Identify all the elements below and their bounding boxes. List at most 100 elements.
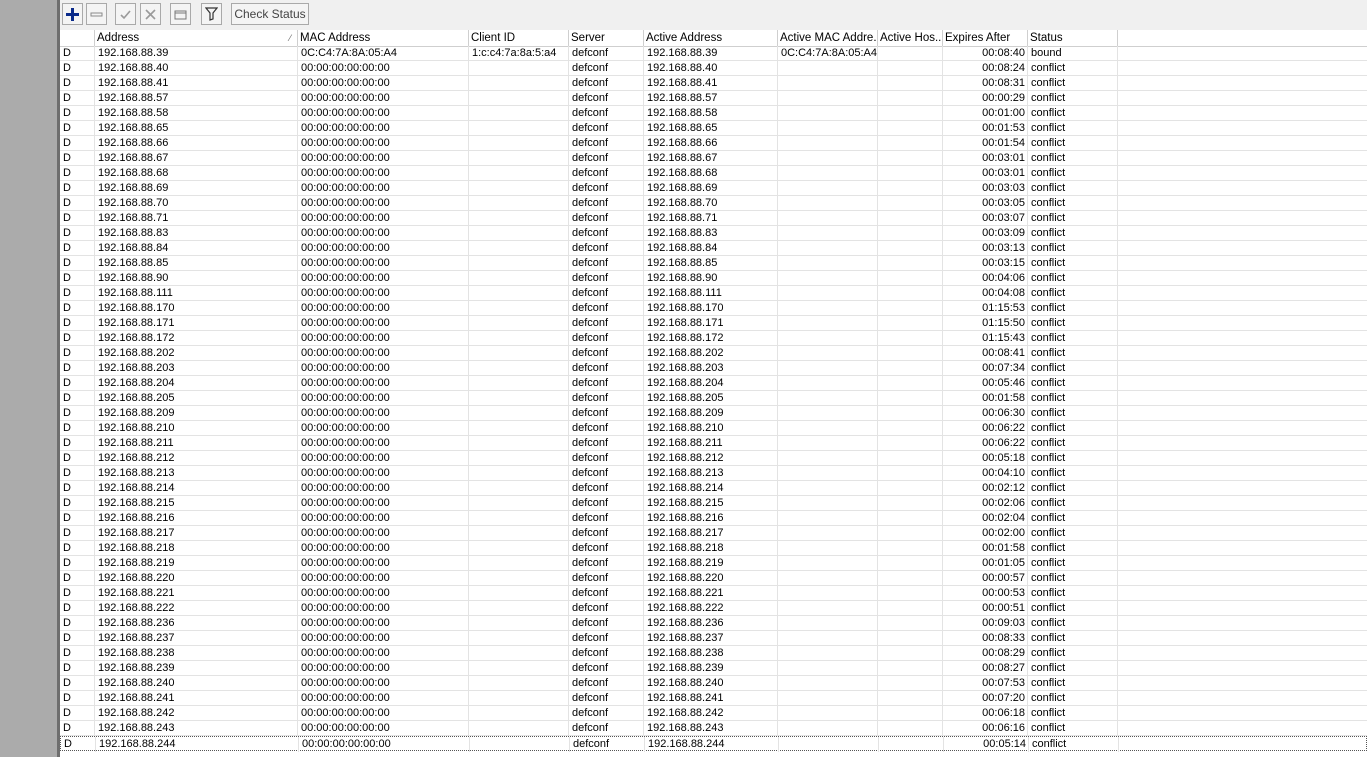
cell-status: conflict xyxy=(1028,706,1118,721)
cell-address: 192.168.88.172 xyxy=(95,331,298,346)
table-row[interactable]: D 192.168.88.204 00:00:00:00:00:00 defconf 1… xyxy=(60,376,1367,391)
cell-active-address: 192.168.88.222 xyxy=(644,601,778,616)
filter-button[interactable] xyxy=(201,3,222,25)
table-row[interactable]: D 192.168.88.219 00:00:00:00:00:00 defconf 1… xyxy=(60,556,1367,571)
table-row[interactable]: D 192.168.88.240 00:00:00:00:00:00 defconf 1… xyxy=(60,676,1367,691)
cell-address: 192.168.88.83 xyxy=(95,226,298,241)
table-row[interactable]: D 192.168.88.215 00:00:00:00:00:00 defconf 1… xyxy=(60,496,1367,511)
table-row[interactable]: D 192.168.88.67 00:00:00:00:00:00 defconf 19… xyxy=(60,151,1367,166)
table-row[interactable]: D 192.168.88.221 00:00:00:00:00:00 defconf 1… xyxy=(60,586,1367,601)
cell-active-address: 192.168.88.111 xyxy=(644,286,778,301)
col-client-id[interactable]: Client ID xyxy=(469,30,569,46)
table-row[interactable]: D 192.168.88.71 00:00:00:00:00:00 defconf 19… xyxy=(60,211,1367,226)
table-row[interactable]: D 192.168.88.243 00:00:00:00:00:00 defconf 1… xyxy=(60,721,1367,736)
table-row[interactable]: D 192.168.88.90 00:00:00:00:00:00 defconf 19… xyxy=(60,271,1367,286)
table-row[interactable]: D 192.168.88.85 00:00:00:00:00:00 defconf 19… xyxy=(60,256,1367,271)
table-row[interactable]: D 192.168.88.244 00:00:00:00:00:00 defconf 1… xyxy=(60,736,1367,752)
col-expires-after[interactable]: Expires After xyxy=(943,30,1028,46)
cell-address: 192.168.88.204 xyxy=(95,376,298,391)
col-active-host[interactable]: Active Hos... xyxy=(878,30,943,46)
table-row[interactable]: D 192.168.88.58 00:00:00:00:00:00 defconf 19… xyxy=(60,106,1367,121)
cell-server: defconf xyxy=(569,211,644,226)
table-row[interactable]: D 192.168.88.205 00:00:00:00:00:00 defconf 1… xyxy=(60,391,1367,406)
cell-status: conflict xyxy=(1028,646,1118,661)
table-row[interactable]: D 192.168.88.172 00:00:00:00:00:00 defconf 1… xyxy=(60,331,1367,346)
table-row[interactable]: D 192.168.88.238 00:00:00:00:00:00 defconf 1… xyxy=(60,646,1367,661)
table-row[interactable]: D 192.168.88.239 00:00:00:00:00:00 defconf 1… xyxy=(60,661,1367,676)
cell-status: conflict xyxy=(1028,121,1118,136)
table-row[interactable]: D 192.168.88.111 00:00:00:00:00:00 defconf 1… xyxy=(60,286,1367,301)
cell-server: defconf xyxy=(569,391,644,406)
cell-active-address: 192.168.88.216 xyxy=(644,511,778,526)
table-row[interactable]: D 192.168.88.84 00:00:00:00:00:00 defconf 19… xyxy=(60,241,1367,256)
table-row[interactable]: D 192.168.88.216 00:00:00:00:00:00 defconf 1… xyxy=(60,511,1367,526)
table-row[interactable]: D 192.168.88.171 00:00:00:00:00:00 defconf 1… xyxy=(60,316,1367,331)
cell-active-mac xyxy=(778,226,878,241)
add-button[interactable] xyxy=(62,3,83,25)
col-address[interactable]: Address ⁄ xyxy=(95,30,298,46)
table-row[interactable]: D 192.168.88.241 00:00:00:00:00:00 defconf 1… xyxy=(60,691,1367,706)
cell-client-id xyxy=(469,241,569,256)
cell-active-mac xyxy=(778,286,878,301)
table-row[interactable]: D 192.168.88.218 00:00:00:00:00:00 defconf 1… xyxy=(60,541,1367,556)
col-flag[interactable] xyxy=(60,30,95,46)
table-row[interactable]: D 192.168.88.214 00:00:00:00:00:00 defconf 1… xyxy=(60,481,1367,496)
table-row[interactable]: D 192.168.88.220 00:00:00:00:00:00 defconf 1… xyxy=(60,571,1367,586)
table-row[interactable]: D 192.168.88.222 00:00:00:00:00:00 defconf 1… xyxy=(60,601,1367,616)
table-row[interactable]: D 192.168.88.66 00:00:00:00:00:00 defconf 19… xyxy=(60,136,1367,151)
table-row[interactable]: D 192.168.88.170 00:00:00:00:00:00 defconf 1… xyxy=(60,301,1367,316)
col-server[interactable]: Server xyxy=(569,30,644,46)
table-row[interactable]: D 192.168.88.209 00:00:00:00:00:00 defconf 1… xyxy=(60,406,1367,421)
table-row[interactable]: D 192.168.88.57 00:00:00:00:00:00 defconf 19… xyxy=(60,91,1367,106)
cell-active-mac xyxy=(778,541,878,556)
enable-button[interactable] xyxy=(115,3,136,25)
table-row[interactable]: D 192.168.88.68 00:00:00:00:00:00 defconf 19… xyxy=(60,166,1367,181)
comment-button[interactable] xyxy=(170,3,191,25)
table-row[interactable]: D 192.168.88.65 00:00:00:00:00:00 defconf 19… xyxy=(60,121,1367,136)
cell-address: 192.168.88.41 xyxy=(95,76,298,91)
table-row[interactable]: D 192.168.88.211 00:00:00:00:00:00 defconf 1… xyxy=(60,436,1367,451)
table-row[interactable]: D 192.168.88.212 00:00:00:00:00:00 defconf 1… xyxy=(60,451,1367,466)
table-row[interactable]: D 192.168.88.202 00:00:00:00:00:00 defconf 1… xyxy=(60,346,1367,361)
table-row[interactable]: D 192.168.88.70 00:00:00:00:00:00 defconf 19… xyxy=(60,196,1367,211)
table-row[interactable]: D 192.168.88.83 00:00:00:00:00:00 defconf 19… xyxy=(60,226,1367,241)
table-row[interactable]: D 192.168.88.210 00:00:00:00:00:00 defconf 1… xyxy=(60,421,1367,436)
table-row[interactable]: D 192.168.88.237 00:00:00:00:00:00 defconf 1… xyxy=(60,631,1367,646)
col-active-mac[interactable]: Active MAC Addre... xyxy=(778,30,878,46)
cell-address: 192.168.88.241 xyxy=(95,691,298,706)
table-row[interactable]: D 192.168.88.217 00:00:00:00:00:00 defconf 1… xyxy=(60,526,1367,541)
table-row[interactable]: D 192.168.88.203 00:00:00:00:00:00 defconf 1… xyxy=(60,361,1367,376)
table-row[interactable]: D 192.168.88.242 00:00:00:00:00:00 defconf 1… xyxy=(60,706,1367,721)
col-status[interactable]: Status xyxy=(1028,30,1118,46)
cell-client-id xyxy=(469,226,569,241)
cell-status: conflict xyxy=(1028,361,1118,376)
cell-mac: 00:00:00:00:00:00 xyxy=(298,436,469,451)
table-row[interactable]: D 192.168.88.213 00:00:00:00:00:00 defconf 1… xyxy=(60,466,1367,481)
col-mac[interactable]: MAC Address xyxy=(298,30,469,46)
cell-expires-after: 00:08:27 xyxy=(943,661,1028,676)
cell-mac: 00:00:00:00:00:00 xyxy=(298,61,469,76)
cell-active-mac xyxy=(778,376,878,391)
cell-address: 192.168.88.202 xyxy=(95,346,298,361)
col-active-address[interactable]: Active Address xyxy=(644,30,778,46)
table-row[interactable]: D 192.168.88.41 00:00:00:00:00:00 defconf 19… xyxy=(60,76,1367,91)
cell-server: defconf xyxy=(569,241,644,256)
cell-active-mac xyxy=(778,631,878,646)
table-row[interactable]: D 192.168.88.236 00:00:00:00:00:00 defconf 1… xyxy=(60,616,1367,631)
check-status-button[interactable]: Check Status xyxy=(231,3,309,25)
cell-active-address: 192.168.88.236 xyxy=(644,616,778,631)
cell-status: conflict xyxy=(1028,346,1118,361)
cell-active-mac xyxy=(778,106,878,121)
remove-button[interactable] xyxy=(86,3,107,25)
cell-flag: D xyxy=(60,361,95,376)
cell-server: defconf xyxy=(569,151,644,166)
table-row[interactable]: D 192.168.88.39 0C:C4:7A:8A:05:A4 1:c:c4:7a… xyxy=(60,46,1367,61)
cell-server: defconf xyxy=(569,46,644,61)
disable-button[interactable] xyxy=(140,3,161,25)
table-row[interactable]: D 192.168.88.69 00:00:00:00:00:00 defconf 19… xyxy=(60,181,1367,196)
table-row[interactable]: D 192.168.88.40 00:00:00:00:00:00 defconf 19… xyxy=(60,61,1367,76)
cell-active-address: 192.168.88.244 xyxy=(645,737,779,752)
cell-expires-after: 00:00:53 xyxy=(943,586,1028,601)
cell-server: defconf xyxy=(569,601,644,616)
cell-address: 192.168.88.215 xyxy=(95,496,298,511)
